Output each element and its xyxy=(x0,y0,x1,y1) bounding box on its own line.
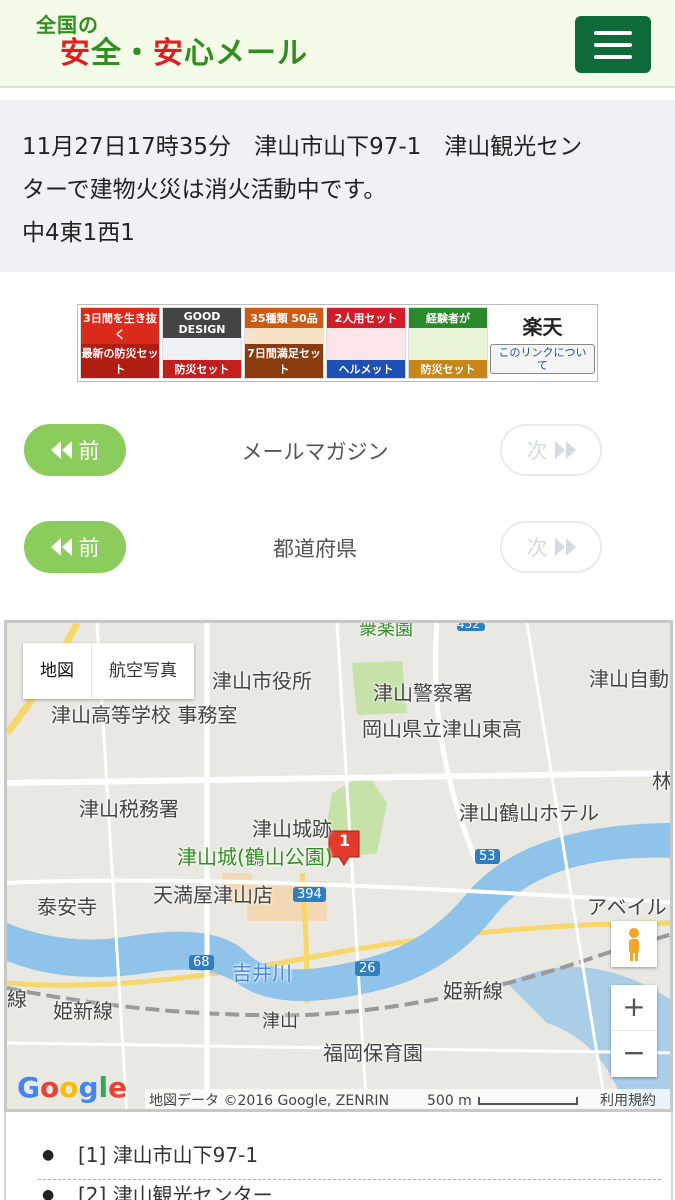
map-label: 姫新線 xyxy=(53,999,113,1023)
route-shield: 68 xyxy=(189,955,214,970)
map-label: 岡山県立津山東高 xyxy=(362,717,522,741)
map-label: 津山城(鶴山公園) xyxy=(177,845,333,869)
address-list: [1] 津山市山下97-1 [2] 津山観光センター xyxy=(4,1112,673,1200)
map-copyright: 地図データ ©2016 Google, ZENRIN xyxy=(149,1093,390,1109)
zoom-control: + − xyxy=(611,985,657,1077)
mail-magazine-nav: 前 メールマガジン 次 xyxy=(0,424,675,478)
rakuten-title: 楽天 xyxy=(522,315,563,339)
map-label: 福岡保育園 xyxy=(323,1041,423,1065)
prefecture-label: 都道府県 xyxy=(273,537,357,561)
google-map[interactable]: 地図 航空写真 衆楽園 津山市役所 津山警察署 津山自動 津山高等学校 事務室 … xyxy=(4,620,673,1112)
hamburger-line xyxy=(594,55,632,59)
hamburger-menu-icon xyxy=(594,31,632,35)
map-type-satellite-button[interactable]: 航空写真 xyxy=(92,643,194,699)
mail-magazine-label: メールマガジン xyxy=(241,440,389,464)
rakuten-link[interactable]: このリンクについて xyxy=(490,344,595,374)
route-shield: 26 xyxy=(355,961,380,976)
address-item[interactable]: [2] 津山観光センター xyxy=(38,1180,661,1200)
route-shield: 53 xyxy=(475,849,500,864)
logo-line2: 安全・安心メール xyxy=(60,36,308,71)
map-label: 天満屋津山店 xyxy=(153,883,273,907)
map-label: 津山税務署 xyxy=(79,797,179,821)
next-prefecture-button[interactable]: 次 xyxy=(500,521,602,573)
map-scale-bar xyxy=(478,1097,578,1105)
hamburger-menu-button[interactable] xyxy=(575,16,651,73)
map-label: アベイル xyxy=(587,895,667,919)
double-left-icon xyxy=(50,538,72,556)
prefecture-nav: 前 都道府県 次 xyxy=(0,521,675,575)
route-shield: 394 xyxy=(293,887,326,902)
message-line3: 中4東1西1 xyxy=(22,220,135,246)
ad-tile-1[interactable]: 3日間を生き抜く 最新の防災セット xyxy=(80,307,160,379)
rakuten-logo[interactable]: 楽天 このリンクについて xyxy=(490,307,595,379)
map-attribution-bar: 地図データ ©2016 Google, ZENRIN 500 m 利用規約 xyxy=(145,1089,670,1109)
map-terms-link[interactable]: 利用規約 xyxy=(600,1089,656,1109)
next-label: 次 xyxy=(526,439,548,463)
hamburger-line xyxy=(594,43,632,47)
map-label: 衆楽園 xyxy=(359,620,413,640)
message-line1: 11月27日17時35分 津山市山下97-1 津山観光セン xyxy=(22,134,583,160)
map-label: 林 xyxy=(652,769,672,793)
map-label: 津山自動 xyxy=(589,667,669,691)
alert-message: 11月27日17時35分 津山市山下97-1 津山観光セン ターで建物火災は消火… xyxy=(0,100,675,272)
prev-mail-button[interactable]: 前 xyxy=(24,424,126,476)
ad-tile-4[interactable]: 2人用セット ヘルメット xyxy=(326,307,406,379)
ad-banner[interactable]: 3日間を生き抜く 最新の防災セット GOOD DESIGN 防災セット 35種類… xyxy=(77,304,598,382)
double-right-icon xyxy=(554,538,576,556)
google-logo: Google xyxy=(17,1071,128,1104)
map-label: 津山市役所 xyxy=(212,669,312,693)
zoom-out-button[interactable]: − xyxy=(611,1031,657,1077)
map-label: 津山警察署 xyxy=(373,681,473,705)
prev-prefecture-button[interactable]: 前 xyxy=(24,521,126,573)
logo-line1: 全国の xyxy=(36,13,99,37)
ad-tile-5[interactable]: 経験者が 防災セット xyxy=(408,307,488,379)
zoom-in-button[interactable]: + xyxy=(611,985,657,1031)
map-label: 姫新線 xyxy=(443,979,503,1003)
ad-tile-3[interactable]: 35種類 50品 7日間満足セット xyxy=(244,307,324,379)
prev-label: 前 xyxy=(78,439,100,463)
map-type-control: 地図 航空写真 xyxy=(23,643,194,699)
map-label: 吉井川 xyxy=(232,961,292,985)
map-scale-label: 500 m xyxy=(427,1093,472,1109)
double-right-icon xyxy=(554,441,576,459)
map-type-map-button[interactable]: 地図 xyxy=(23,643,92,699)
map-marker[interactable]: 1 xyxy=(339,831,350,850)
prev-label: 前 xyxy=(78,536,100,560)
map-label: 津山城跡 xyxy=(252,817,332,841)
message-line2: ターで建物火災は消火活動中です。 xyxy=(22,177,387,203)
next-label: 次 xyxy=(526,536,548,560)
header: 全国の 安全・安心メール xyxy=(0,0,675,88)
map-label: 線 xyxy=(7,987,27,1011)
route-shield: 452 xyxy=(457,620,480,631)
next-mail-button[interactable]: 次 xyxy=(500,424,602,476)
map-label: 泰安寺 xyxy=(37,895,97,919)
ad-tile-2[interactable]: GOOD DESIGN 防災セット xyxy=(162,307,242,379)
map-label: 津山 xyxy=(262,1011,298,1032)
map-label: 津山高等学校 事務室 xyxy=(51,703,238,727)
address-item[interactable]: [1] 津山市山下97-1 xyxy=(38,1140,661,1180)
street-view-pegman-icon[interactable] xyxy=(611,921,657,967)
map-label: 津山鶴山ホテル xyxy=(459,801,599,825)
site-logo[interactable]: 全国の 安全・安心メール xyxy=(36,14,308,72)
double-left-icon xyxy=(50,441,72,459)
